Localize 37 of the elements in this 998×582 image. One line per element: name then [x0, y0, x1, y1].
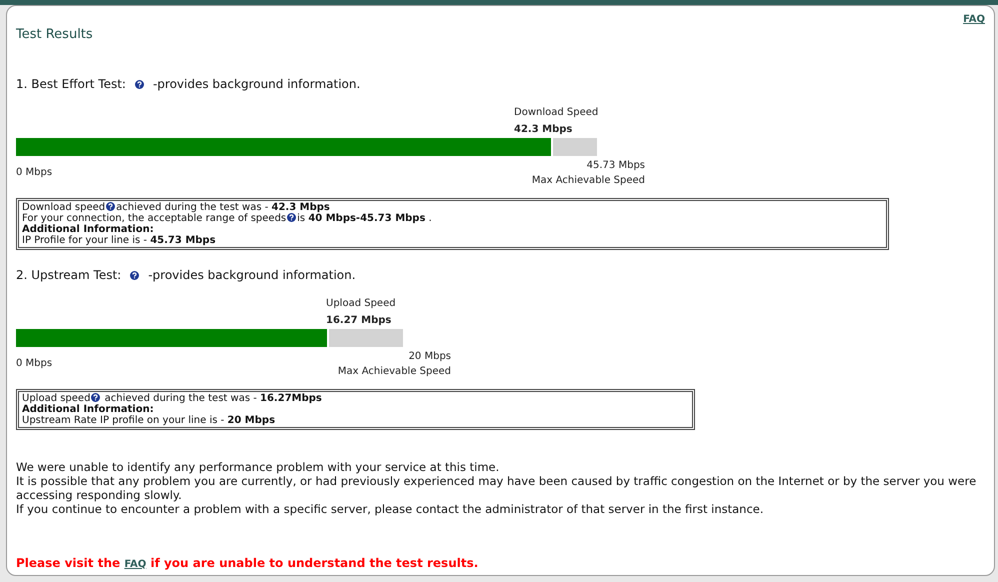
help-icon[interactable]	[106, 202, 116, 210]
min-label: 0 Mbps	[16, 356, 52, 370]
help-icon[interactable]	[287, 212, 296, 222]
info-text: Additional Information:	[22, 404, 154, 414]
footer-text: Please visit the	[16, 556, 120, 570]
test-heading: 2. Upstream Test:	[16, 266, 122, 284]
test-heading-note: -provides background information.	[148, 266, 356, 284]
help-icon[interactable]	[134, 80, 144, 88]
info-text: Upload speed	[22, 392, 90, 404]
test-heading: 1. Best Effort Test:	[16, 76, 126, 92]
speed-value: 42.3 Mbps	[514, 122, 572, 136]
faq-link[interactable]: FAQ	[124, 558, 146, 570]
info-text: is 40 Mbps-45.73 Mbps .	[297, 212, 432, 224]
info-text: IP Profile for your line is - 45.73 Mbps	[22, 234, 216, 246]
min-label: 0 Mbps	[16, 166, 52, 180]
max-caption: Max Achievable Speed	[338, 364, 451, 378]
speed-label: Upload Speed	[326, 296, 396, 310]
info-text: achieved during the test was - 42.3 Mbps	[116, 202, 330, 212]
summary-text: It is possible that any problem you are currently, or had previously experienced may have been caused by traffic congestion on the Internet or by the server you were accessing responding slowly.	[16, 474, 978, 502]
footer-text: if you are unable to understand the test results.	[150, 556, 478, 570]
max-caption: Max Achievable Speed	[532, 174, 645, 188]
info-text: Upstream Rate IP profile on your line is - 20 Mbps	[22, 414, 276, 426]
help-icon[interactable]	[130, 270, 140, 280]
info-text: For your connection, the acceptable range of speeds	[22, 212, 286, 224]
max-label: 20 Mbps	[408, 350, 451, 364]
faq-link[interactable]: FAQ	[963, 12, 985, 27]
summary-text: We were unable to identify any performance problem with your service at this time.	[16, 460, 500, 474]
max-label: 45.73 Mbps	[586, 158, 645, 172]
info-text: achieved during the test was - 16.27Mbps	[104, 392, 322, 404]
info-text: Download speed	[22, 202, 106, 212]
info-text: Additional Information:	[22, 224, 154, 234]
speed-label: Download Speed	[514, 106, 598, 120]
help-icon[interactable]	[91, 392, 100, 402]
page-title: Test Results	[16, 26, 94, 44]
summary-text: If you continue to encounter a problem with a specific server, please contact the administrator of that server in the first instance.	[16, 502, 764, 516]
test-heading-note: -provides background information.	[152, 76, 360, 92]
speed-value: 16.27 Mbps	[326, 314, 392, 328]
